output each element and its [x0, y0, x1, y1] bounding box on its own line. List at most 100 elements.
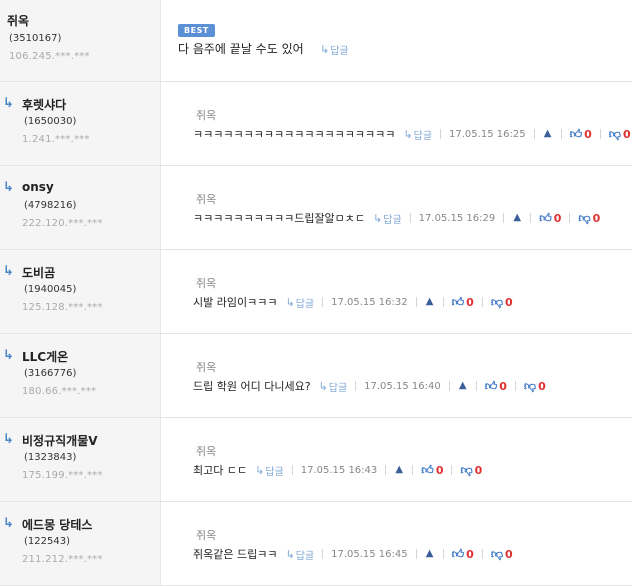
reply-arrow-icon: ↳	[3, 96, 14, 111]
comment-text: 쥐옥같은 드립ㅋㅋ	[193, 548, 278, 561]
reply-arrow-icon: ↳	[285, 295, 295, 309]
bell-icon[interactable]: ▲	[458, 381, 468, 391]
upvote-button[interactable]: 👍︎ 0	[452, 547, 474, 562]
reply-button[interactable]: ↳ 답글	[255, 463, 284, 478]
author-id: (4798216)	[24, 200, 77, 211]
comment-date: 17.05.15 16:25	[449, 128, 526, 140]
reply-button[interactable]: ↳ 답글	[285, 547, 314, 562]
downvote-count: 0	[622, 127, 631, 141]
reply-label: 답글	[383, 214, 402, 226]
author-panel: ↳ 에드몽 당테스 (122543) 211.212.***.***	[0, 502, 161, 585]
reply-target: 쥐옥	[196, 529, 217, 542]
thumbs-down-icon: 👎︎	[523, 378, 537, 393]
downvote-button[interactable]: 👎︎ 0	[491, 295, 513, 310]
upvote-count: 0	[466, 547, 474, 561]
comment-text: 드립 학원 어디 다니세요?	[193, 380, 311, 393]
author-name[interactable]: onsy	[22, 180, 54, 194]
comment-date: 17.05.15 16:29	[418, 212, 496, 224]
bell-icon[interactable]: ▲	[425, 549, 435, 559]
comment-text: ㅋㅋㅋㅋㅋㅋㅋㅋㅋㅋㅋㅋㅋㅋㅋㅋㅋㅋㅋㅋ	[193, 128, 396, 141]
upvote-count: 0	[435, 463, 444, 477]
divider	[599, 129, 601, 139]
divider	[442, 549, 444, 559]
divider	[475, 381, 477, 391]
thumbs-down-icon: 👎︎	[578, 210, 591, 225]
comment-date: 17.05.15 16:43	[300, 464, 378, 476]
upvote-count: 0	[466, 295, 474, 309]
reply-label: 답글	[413, 130, 433, 142]
reply-label: 답글	[328, 382, 348, 394]
bell-icon[interactable]: ▲	[425, 297, 435, 307]
divider	[440, 129, 442, 139]
downvote-button[interactable]: 👎︎ 0	[609, 127, 631, 142]
reply-button[interactable]: ↳ 답글	[320, 42, 349, 57]
divider	[409, 213, 411, 223]
reply-button[interactable]: ↳ 답글	[285, 295, 314, 310]
downvote-count: 0	[538, 379, 546, 393]
upvote-button[interactable]: 👍︎ 0	[570, 127, 592, 142]
upvote-button[interactable]: 👍︎ 0	[539, 211, 561, 226]
reply-button[interactable]: ↳ 답글	[373, 211, 402, 226]
bell-icon[interactable]: ▲	[394, 465, 404, 475]
bell-icon[interactable]: ▲	[512, 213, 522, 223]
author-name[interactable]: 에드몽 당테스	[22, 516, 92, 533]
reply-label: 답글	[295, 550, 315, 562]
author-name[interactable]: 후렛샤다	[22, 96, 66, 113]
reply-button[interactable]: ↳ 답글	[403, 127, 432, 142]
author-id: (3166776)	[24, 368, 77, 379]
divider	[514, 381, 516, 391]
comment-line: 쥐옥같은 드립ㅋㅋ ↳ 답글 17.05.15 16:45 ▲ 👍︎ 0 👎︎ 0	[193, 546, 513, 562]
author-name[interactable]: LLC게온	[22, 348, 68, 365]
author-name[interactable]: 비정규직개물V	[22, 432, 98, 449]
upvote-button[interactable]: 👍︎ 0	[421, 463, 443, 478]
divider	[355, 381, 357, 391]
thumbs-up-icon: 👍︎	[569, 126, 583, 141]
thumbs-down-icon: 👎︎	[490, 546, 504, 561]
thumbs-up-icon: 👍︎	[451, 294, 465, 309]
author-name[interactable]: 쥐옥	[7, 12, 29, 29]
reply-arrow-icon: ↳	[285, 547, 295, 561]
thumbs-down-icon: 👎︎	[490, 294, 504, 309]
reply-arrow-icon: ↳	[320, 43, 330, 56]
author-id: (1940045)	[24, 284, 77, 295]
thumbs-up-icon: 👍︎	[484, 378, 498, 393]
author-id: (1323843)	[24, 452, 77, 463]
author-ip: 180.66.***.***	[22, 386, 97, 397]
downvote-button[interactable]: 👎︎ 0	[578, 211, 600, 226]
reply-comment: ↳ LLC게온 (3166776) 180.66.***.*** 쥐옥 드립 학…	[0, 334, 632, 418]
thumbs-up-icon: 👍︎	[451, 546, 465, 561]
bell-icon[interactable]: ▲	[543, 129, 553, 139]
divider	[481, 549, 483, 559]
author-panel: ↳ onsy (4798216) 222.120.***.***	[0, 166, 161, 249]
downvote-button[interactable]: 👎︎ 0	[491, 547, 513, 562]
reply-target: 쥐옥	[196, 361, 217, 374]
reply-arrow-icon: ↳	[3, 348, 14, 363]
upvote-count: 0	[553, 211, 562, 225]
comment-list: 쥐옥 (3510167) 106.245.***.*** BEST 다 음주에 …	[0, 0, 632, 586]
author-ip: 125.128.***.***	[22, 302, 103, 313]
upvote-count: 0	[584, 127, 592, 141]
thumbs-down-icon: 👎︎	[460, 462, 473, 477]
comment-date: 17.05.15 16:32	[331, 296, 408, 308]
upvote-button[interactable]: 👍︎ 0	[452, 295, 474, 310]
reply-button[interactable]: ↳ 답글	[319, 379, 348, 394]
comment-text: 시발 라임이ㅋㅋㅋ	[193, 296, 278, 309]
downvote-button[interactable]: 👎︎ 0	[460, 463, 482, 478]
downvote-button[interactable]: 👎︎ 0	[524, 379, 546, 394]
divider	[291, 465, 293, 475]
divider	[451, 465, 453, 475]
author-ip: 211.212.***.***	[22, 554, 103, 565]
divider	[322, 549, 324, 559]
author-ip: 1.241.***.***	[22, 134, 90, 145]
reply-arrow-icon: ↳	[373, 211, 383, 225]
divider	[560, 129, 562, 139]
author-id: (122543)	[24, 536, 70, 547]
author-ip: 175.199.***.***	[22, 470, 103, 481]
reply-comment: ↳ 에드몽 당테스 (122543) 211.212.***.*** 쥐옥 쥐옥…	[0, 502, 632, 586]
reply-label: 답글	[265, 466, 284, 478]
author-name[interactable]: 도비곰	[22, 264, 55, 281]
comment-text: 최고다 ㄷㄷ	[193, 464, 248, 477]
author-id: (3510167)	[9, 33, 62, 44]
upvote-button[interactable]: 👍︎ 0	[485, 379, 507, 394]
divider	[503, 213, 505, 223]
